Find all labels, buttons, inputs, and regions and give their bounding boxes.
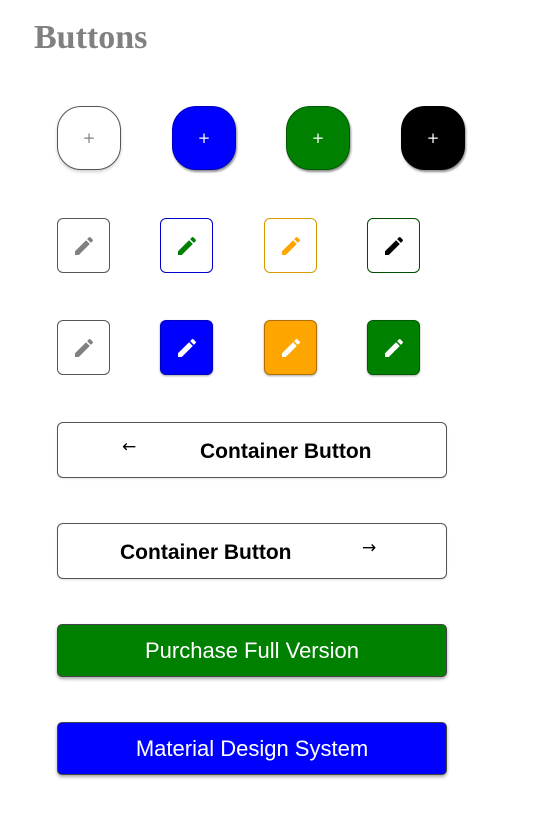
arrow-right-icon: → — [362, 538, 377, 558]
container-button-back[interactable]: ← Container Button — [57, 422, 447, 478]
pencil-icon — [177, 338, 196, 357]
pencil-icon — [177, 236, 196, 255]
plus-icon: + — [426, 129, 440, 147]
add-button-blue[interactable]: + — [172, 106, 236, 170]
edit-button-outline-orange[interactable] — [264, 218, 317, 273]
edit-button-filled-orange[interactable] — [264, 320, 317, 375]
container-button-label: Container Button — [200, 440, 372, 463]
pencil-icon — [384, 236, 403, 255]
arrow-left-icon: ← — [122, 437, 137, 457]
plus-icon: + — [311, 129, 325, 147]
pencil-icon — [281, 338, 300, 357]
add-button-green[interactable]: + — [286, 106, 350, 170]
plus-icon: + — [82, 129, 96, 147]
edit-button-outline-green[interactable] — [367, 218, 420, 273]
edit-button-outline-blue[interactable] — [160, 218, 213, 273]
page-title: Buttons — [34, 19, 148, 56]
edit-button-filled-green[interactable] — [367, 320, 420, 375]
container-button-forward[interactable]: Container Button → — [57, 523, 447, 579]
material-design-system-button[interactable]: Material Design System — [57, 722, 447, 775]
edit-button-filled-blue[interactable] — [160, 320, 213, 375]
purchase-full-version-button[interactable]: Purchase Full Version — [57, 624, 447, 677]
pencil-icon — [384, 338, 403, 357]
edit-button-outline-gray[interactable] — [57, 218, 110, 273]
add-button-black[interactable]: + — [401, 106, 465, 170]
edit-button-filled-gray[interactable] — [57, 320, 110, 375]
add-button-outline[interactable]: + — [57, 106, 121, 170]
pencil-icon — [74, 338, 93, 357]
pencil-icon — [74, 236, 93, 255]
container-button-label: Container Button — [120, 541, 292, 564]
pencil-icon — [281, 236, 300, 255]
plus-icon: + — [197, 129, 211, 147]
